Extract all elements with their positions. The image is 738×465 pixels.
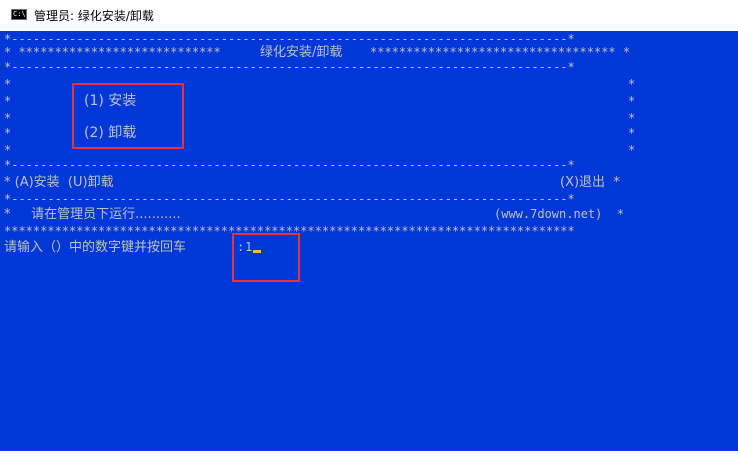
prompt-text: 请输入（）中的数字键并按回车 [4,240,187,255]
site-label: (www.7down.net) * [494,207,625,221]
highlight-input-box [232,233,300,282]
highlight-menu-box [72,83,184,149]
star-left: * [4,126,12,140]
star-right: * [628,126,636,140]
run-hint: * 请在管理员下运行........... [4,207,181,222]
border-mid: *---------------------------------------… [4,60,575,74]
prompt-row: 请输入（）中的数字键并按回车 : 1 [4,239,738,256]
window-title: 管理员: 绿化安装/卸载 [34,9,154,23]
star-left: * [4,94,12,108]
star-right: * [628,77,636,91]
star-right: * [628,143,636,157]
bottom-strip [0,451,738,465]
star-right: * [628,94,636,108]
console-window[interactable]: *---------------------------------------… [0,31,738,451]
shortcut-row: * (A)安装 (U)卸载 (X)退出 * [4,174,738,191]
cmd-icon: C:\ [11,9,27,20]
shortcut-install-uninstall: * (A)安装 (U)卸载 [4,175,114,190]
hint-row: * 请在管理员下运行........... (www.7down.net) * [4,206,738,223]
title-bar: C:\ 管理员: 绿化安装/卸载 [0,0,738,31]
border-mid2: *---------------------------------------… [4,158,575,172]
star-left: * [4,77,12,91]
shortcut-exit: (X)退出 * [560,175,620,190]
